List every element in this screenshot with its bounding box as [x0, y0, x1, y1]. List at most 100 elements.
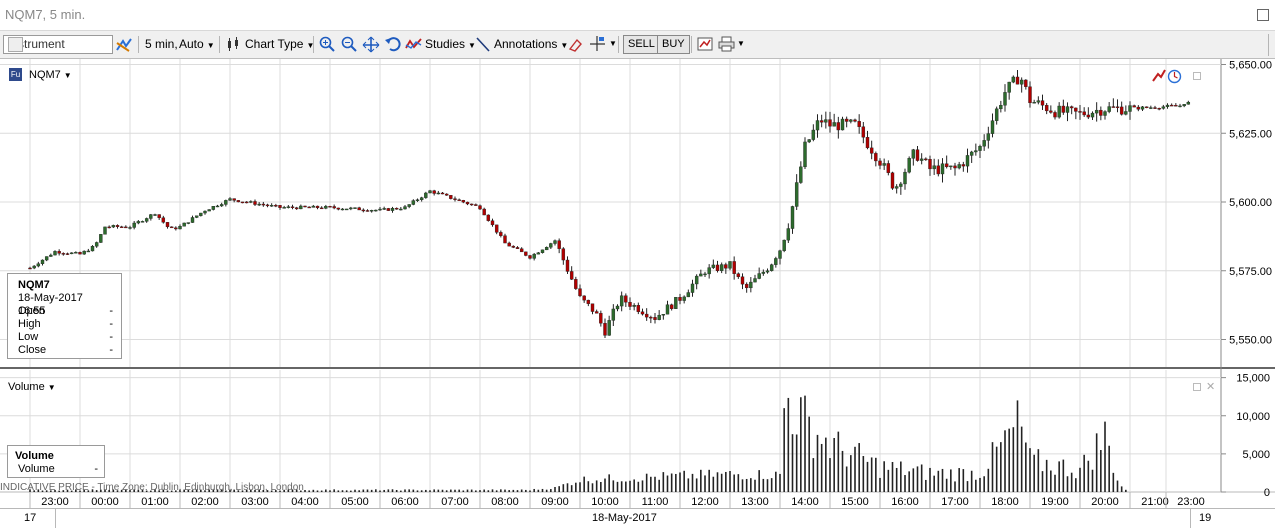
chevron-down-icon: ▼	[468, 41, 476, 50]
candle-down	[565, 259, 570, 272]
sell-button[interactable]: SELL	[623, 35, 660, 54]
info-high-value: -	[109, 318, 113, 330]
draw-tools-icon[interactable]	[115, 37, 133, 52]
candle-down	[828, 119, 832, 127]
range-dropdown[interactable]: Auto ▼	[179, 35, 215, 53]
candle-down	[561, 248, 566, 261]
candle-down	[365, 210, 370, 212]
time-tick-label: 15:00	[841, 496, 869, 508]
chevron-down-icon[interactable]: ▼	[737, 39, 745, 48]
candle-up	[532, 253, 536, 259]
candle-up	[803, 141, 807, 168]
candle-down	[961, 164, 966, 167]
time-tick-label: 21:00	[1141, 496, 1169, 508]
candle-down	[169, 226, 174, 229]
volume-box-title: Volume	[15, 450, 54, 462]
zoom-in-icon[interactable]	[319, 36, 335, 52]
candle-down	[507, 242, 511, 247]
trend-icon[interactable]	[1152, 69, 1166, 83]
maximize-button[interactable]	[1257, 9, 1269, 21]
candle-up	[769, 264, 774, 271]
candle-down	[65, 253, 70, 255]
candle-down	[115, 225, 120, 227]
print-icon[interactable]	[718, 36, 735, 52]
candle-down	[482, 208, 486, 216]
chart-type-dropdown[interactable]: Chart Type ▼	[245, 35, 314, 53]
candle-up	[674, 297, 678, 309]
volume-panel-restore-icon[interactable]	[1193, 383, 1201, 391]
buy-button[interactable]: BUY	[657, 35, 690, 54]
candle-down	[1015, 76, 1020, 85]
candle-up	[211, 206, 216, 210]
candle-up	[553, 240, 557, 244]
interval-dropdown[interactable]: 5 min,	[145, 35, 178, 53]
candle-down	[678, 297, 682, 301]
candle-up	[1186, 101, 1191, 105]
time-tick-label: 16:00	[891, 496, 919, 508]
candle-up	[753, 278, 757, 283]
instrument-lookup-button[interactable]	[8, 37, 23, 52]
candle-up	[665, 304, 670, 315]
date-bar: 17 18-May-2017 19	[0, 508, 1275, 528]
eraser-icon[interactable]	[567, 37, 583, 52]
candle-down	[265, 204, 270, 207]
candle-down	[524, 251, 528, 256]
candle-down	[1115, 106, 1120, 108]
candle-down	[628, 301, 632, 307]
candle-down	[653, 317, 657, 320]
candle-down	[511, 245, 516, 248]
info-high-label: High	[18, 318, 41, 330]
candle-up	[228, 198, 232, 201]
annotations-dropdown[interactable]: Annotations ▼	[494, 35, 568, 53]
symbol-label: NQM7	[29, 69, 61, 81]
symbol-dropdown[interactable]: NQM7 ▼	[29, 69, 72, 81]
candle-up	[632, 305, 636, 307]
studies-icon	[405, 38, 422, 49]
candle-up	[790, 206, 795, 229]
time-tick-label: 20:00	[1091, 496, 1119, 508]
pan-icon[interactable]	[362, 36, 380, 53]
crosshair-icon[interactable]	[589, 35, 607, 52]
candle-down	[119, 226, 124, 228]
candle-up	[103, 226, 107, 235]
candle-down	[449, 195, 453, 199]
time-tick-label: 17:00	[941, 496, 969, 508]
candle-up	[353, 207, 357, 209]
chart-canvas[interactable]: 23:00 00:00 01:00 02:00 03:00 04:00 05:00 06:00…	[0, 59, 1275, 527]
instrument-input[interactable]: Instrument	[3, 35, 113, 54]
candle-up	[719, 264, 724, 271]
candle-down	[740, 276, 745, 285]
toolbar-separator	[618, 36, 619, 53]
candle-down	[261, 203, 266, 206]
chevron-down-icon[interactable]: ▼	[609, 39, 617, 48]
candle-down	[361, 209, 366, 212]
candle-up	[219, 204, 224, 207]
candle-up	[257, 203, 261, 206]
candle-down	[469, 203, 474, 206]
candle-down	[328, 206, 332, 208]
zoom-out-icon[interactable]	[341, 36, 357, 52]
undo-icon[interactable]	[385, 36, 401, 52]
candle-down	[1099, 109, 1103, 116]
candle-up	[699, 273, 703, 277]
volume-dropdown[interactable]: Volume ▼	[8, 381, 56, 393]
candle-down	[494, 224, 499, 233]
candle-down	[944, 163, 949, 168]
candle-down	[124, 226, 128, 229]
panel-restore-icon[interactable]	[1193, 72, 1201, 80]
candle-up	[849, 119, 853, 122]
candle-up	[186, 222, 191, 224]
studies-dropdown[interactable]: Studies ▼	[425, 35, 476, 53]
volume-panel-close-icon[interactable]: ✕	[1206, 380, 1215, 393]
candle-down	[574, 279, 578, 289]
info-row-open: Open -	[18, 305, 113, 318]
price-tick-label: 5,650.00	[1229, 60, 1272, 72]
clock-icon[interactable]	[1167, 69, 1182, 84]
info-low-label: Low	[18, 331, 39, 343]
time-tick-label: 14:00	[791, 496, 819, 508]
candle-up	[1182, 104, 1186, 107]
candle-up	[932, 165, 936, 170]
candle-up	[215, 205, 220, 208]
chart-export-icon[interactable]	[697, 36, 713, 52]
candle-up	[761, 271, 766, 274]
